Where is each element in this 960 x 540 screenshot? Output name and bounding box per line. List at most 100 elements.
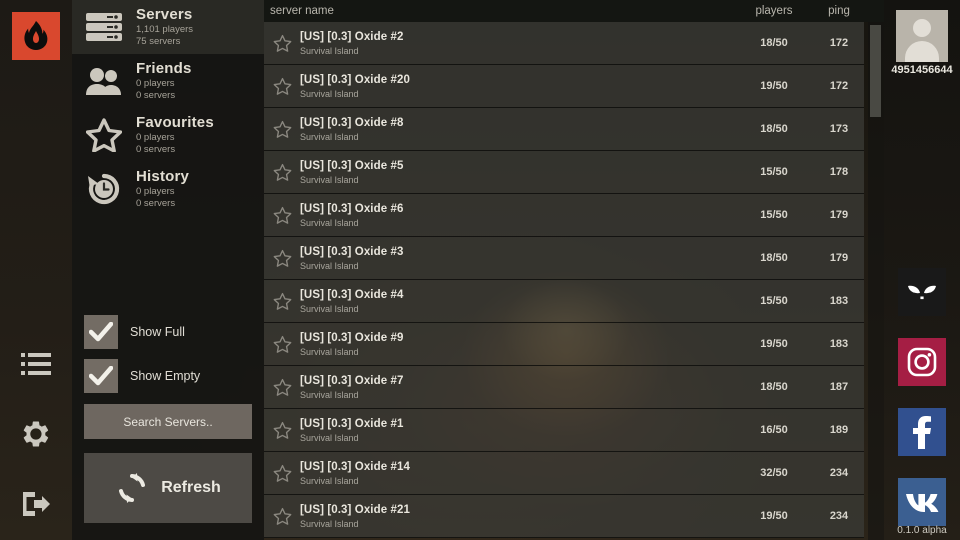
app-logo[interactable] — [12, 12, 60, 60]
refresh-label: Refresh — [161, 479, 221, 496]
friends-icon — [82, 61, 126, 101]
server-name: [US] [0.3] Oxide #4 — [300, 288, 404, 301]
favourite-star-icon[interactable] — [264, 378, 300, 396]
table-row[interactable]: [US] [0.3] Oxide #3 Survival Island 18/50 1… — [264, 237, 864, 280]
column-header-name[interactable]: server name — [270, 5, 334, 17]
game-server-browser: Servers 1,101 players 75 servers Friends… — [0, 0, 960, 540]
favourite-star-icon[interactable] — [264, 77, 300, 95]
sidebar-item-friends[interactable]: Friends 0 players 0 servers — [72, 54, 264, 108]
server-players: 15/50 — [760, 295, 788, 307]
checkbox-show-empty[interactable]: Show Empty — [72, 354, 264, 398]
server-players: 18/50 — [760, 123, 788, 135]
servers-icon — [82, 7, 126, 47]
server-name: [US] [0.3] Oxide #2 — [300, 30, 404, 43]
sidebar-item-history[interactable]: History 0 players 0 servers — [72, 162, 264, 216]
sidebar-item-title: History — [136, 168, 190, 186]
table-row[interactable]: [US] [0.3] Oxide #14 Survival Island 32/50… — [264, 452, 864, 495]
sidebar-item-servers-count: 75 servers — [136, 35, 181, 47]
checkbox-label: Show Full — [130, 325, 185, 339]
table-row[interactable]: [US] [0.3] Oxide #2 Survival Island 18/50 1… — [264, 22, 864, 65]
server-map: Survival Island — [300, 131, 359, 142]
table-row[interactable]: [US] [0.3] Oxide #5 Survival Island 15/50 1… — [264, 151, 864, 194]
server-ping: 234 — [829, 467, 849, 479]
column-header-players[interactable]: players — [744, 5, 804, 17]
table-row[interactable]: [US] [0.3] Oxide #6 Survival Island 15/50 1… — [264, 194, 864, 237]
rail-item-settings[interactable] — [12, 410, 60, 458]
server-players: 18/50 — [760, 37, 788, 49]
server-players: 16/50 — [760, 424, 788, 436]
checkbox-box — [84, 359, 118, 393]
checkbox-box — [84, 315, 118, 349]
server-map: Survival Island — [300, 174, 359, 185]
right-rail: 4951456644 0.1.0 alpha — [884, 0, 960, 540]
table-row[interactable]: [US] [0.3] Oxide #20 Survival Island 19/50… — [264, 65, 864, 108]
server-name: [US] [0.3] Oxide #5 — [300, 159, 404, 172]
refresh-icon — [119, 473, 146, 503]
history-icon — [82, 169, 126, 209]
checkbox-show-full[interactable]: Show Full — [72, 310, 264, 354]
favourite-star-icon[interactable] — [264, 421, 300, 439]
server-rows: [US] [0.3] Oxide #2 Survival Island 18/50 1… — [264, 22, 864, 540]
table-row[interactable]: [US] [0.3] Oxide #8 Survival Island 18/50 1… — [264, 108, 864, 151]
server-ping: 183 — [829, 338, 849, 350]
server-name: [US] [0.3] Oxide #20 — [300, 73, 411, 86]
sidebar-item-servers[interactable]: Servers 1,101 players 75 servers — [72, 0, 264, 54]
version-label: 0.1.0 alpha — [897, 525, 947, 536]
server-name: [US] [0.3] Oxide #6 — [300, 202, 404, 215]
server-players: 15/50 — [760, 166, 788, 178]
server-map: Survival Island — [300, 432, 359, 443]
list-icon — [21, 353, 51, 375]
server-ping: 173 — [829, 123, 849, 135]
server-map: Survival Island — [300, 475, 359, 486]
sidebar-item-title: Servers — [136, 6, 193, 24]
table-row[interactable]: [US] [0.3] Oxide #7 Survival Island 18/50 1… — [264, 366, 864, 409]
social-link-studio[interactable] — [898, 268, 946, 316]
vk-icon — [906, 494, 939, 512]
gear-icon — [23, 421, 49, 447]
search-input[interactable]: Search Servers.. — [84, 404, 252, 439]
table-row[interactable]: [US] [0.3] Oxide #1 Survival Island 16/50 1… — [264, 409, 864, 452]
server-players: 18/50 — [760, 381, 788, 393]
server-map: Survival Island — [300, 518, 359, 529]
sidebar-item-players: 1,101 players — [136, 23, 194, 35]
favourite-star-icon[interactable] — [264, 163, 300, 181]
scrollbar-thumb[interactable] — [870, 25, 881, 117]
favourite-star-icon[interactable] — [264, 464, 300, 482]
server-players: 19/50 — [760, 80, 788, 92]
checkbox-label: Show Empty — [130, 369, 201, 383]
favourite-star-icon[interactable] — [264, 292, 300, 310]
table-row[interactable]: [US] [0.3] Oxide #4 Survival Island 15/50 1… — [264, 280, 864, 323]
table-row[interactable]: [US] [0.3] Oxide #9 Survival Island 19/50 1… — [264, 323, 864, 366]
favourite-star-icon[interactable] — [264, 335, 300, 353]
refresh-button[interactable]: Refresh — [84, 453, 252, 523]
favourite-star-icon[interactable] — [264, 206, 300, 224]
server-map: Survival Island — [300, 217, 359, 228]
rail-item-quit[interactable] — [12, 480, 60, 528]
sidebar-item-players: 0 players — [136, 185, 175, 197]
server-players: 32/50 — [760, 467, 788, 479]
column-header-ping[interactable]: ping — [814, 5, 864, 17]
favourite-star-icon[interactable] — [264, 507, 300, 525]
social-link-facebook[interactable] — [898, 408, 946, 456]
server-name: [US] [0.3] Oxide #14 — [300, 460, 411, 473]
social-link-vk[interactable] — [898, 478, 946, 526]
favourite-star-icon[interactable] — [264, 120, 300, 138]
server-ping: 179 — [829, 252, 849, 264]
sidebar-item-servers-count: 0 servers — [136, 197, 176, 209]
avatar[interactable] — [896, 10, 948, 62]
server-map: Survival Island — [300, 88, 359, 99]
sidebar-item-favourites[interactable]: Favourites 0 players 0 servers — [72, 108, 264, 162]
server-name: [US] [0.3] Oxide #8 — [300, 116, 404, 129]
flame-icon — [24, 21, 48, 50]
favourite-star-icon[interactable] — [264, 34, 300, 52]
table-row[interactable]: [US] [0.3] Oxide #21 Survival Island 19/50… — [264, 495, 864, 538]
star-icon — [82, 115, 126, 155]
server-name: [US] [0.3] Oxide #3 — [300, 245, 404, 258]
social-link-instagram[interactable] — [898, 338, 946, 386]
facebook-icon — [913, 416, 931, 449]
rail-item-server-list[interactable] — [12, 340, 60, 388]
studio-logo-icon — [908, 285, 936, 300]
favourite-star-icon[interactable] — [264, 249, 300, 267]
server-ping: 172 — [829, 80, 849, 92]
avatar-head-icon — [913, 19, 931, 37]
